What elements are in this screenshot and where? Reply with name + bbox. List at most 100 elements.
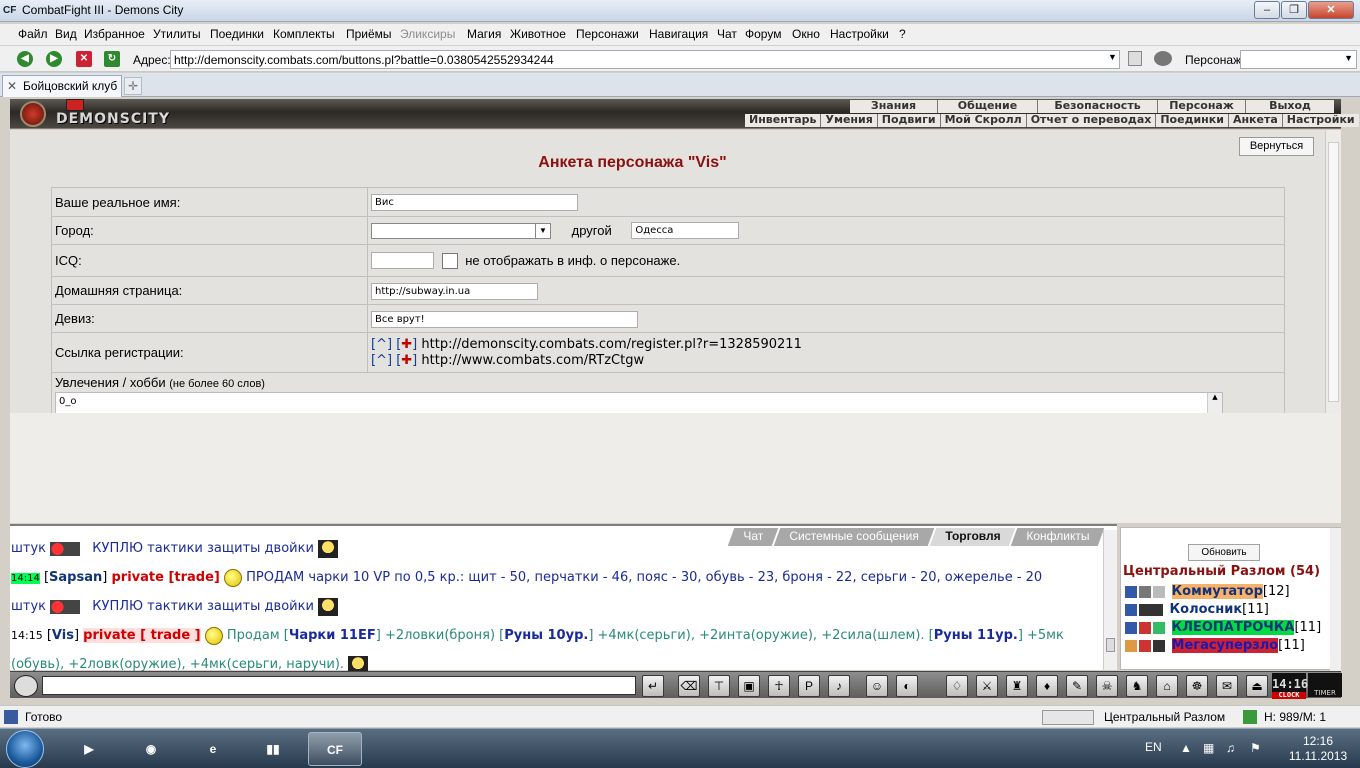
menu-techniques[interactable]: Приёмы: [346, 27, 392, 41]
tab-fight-club[interactable]: ✕ Бойцовский клуб: [2, 75, 122, 97]
close-window-button[interactable]: ✕: [1308, 1, 1354, 19]
nav-feats[interactable]: Подвиги: [878, 114, 941, 127]
reg-caret-link[interactable]: [^]: [371, 337, 392, 352]
chevron-down-icon[interactable]: ▼: [535, 223, 550, 238]
minimize-button[interactable]: –: [1254, 1, 1280, 19]
plus-icon[interactable]: ✚: [401, 353, 412, 368]
refresh-button[interactable]: Обновить: [1188, 544, 1260, 561]
reg-link-1[interactable]: http://demonscity.combats.com/register.p…: [421, 337, 801, 352]
volume-icon[interactable]: ♫: [1226, 741, 1235, 755]
menu-fights[interactable]: Поединки: [210, 27, 264, 41]
chat-nick[interactable]: Sapsan: [49, 570, 102, 585]
nav-settings[interactable]: Настройки: [1283, 114, 1359, 127]
real-name-input[interactable]: [371, 194, 578, 211]
private-icon[interactable]: P: [798, 675, 820, 697]
address-input[interactable]: [170, 50, 1120, 69]
eraser-icon[interactable]: ⌫: [678, 675, 700, 697]
icq-hide-checkbox[interactable]: [441, 252, 458, 269]
combatfight-task-icon[interactable]: CF: [308, 732, 362, 766]
nav-profile[interactable]: Анкета: [1229, 114, 1283, 127]
nav-duels[interactable]: Поединки: [1156, 114, 1229, 127]
chevron-down-icon[interactable]: ▼: [1108, 52, 1117, 62]
tray-arrow-icon[interactable]: ▲: [1180, 741, 1192, 755]
menu-magic[interactable]: Магия: [467, 27, 501, 41]
menu-sets[interactable]: Комплекты: [273, 27, 335, 41]
nav-skills[interactable]: Умения: [821, 114, 878, 127]
save-icon[interactable]: ▣: [738, 675, 760, 697]
scroll-up-icon[interactable]: ▲: [1207, 393, 1222, 413]
mask-icon[interactable]: ☠: [1096, 675, 1118, 697]
page-icon[interactable]: [1128, 51, 1142, 66]
menu-view[interactable]: Вид: [55, 27, 77, 41]
app-task-icon[interactable]: ▮▮: [246, 732, 300, 766]
menu-characters[interactable]: Персонажи: [576, 27, 639, 41]
sword-icon[interactable]: ⚔: [976, 675, 998, 697]
armor-icon[interactable]: ♞: [1126, 675, 1148, 697]
menu-forum[interactable]: Форум: [745, 27, 781, 41]
menu-navigation[interactable]: Навигация: [649, 27, 708, 41]
menu-window[interactable]: Окно: [792, 27, 820, 41]
people-icon[interactable]: [1154, 51, 1172, 66]
status-icons[interactable]: [1042, 710, 1094, 725]
nav-character[interactable]: Персонаж: [1158, 100, 1246, 113]
start-button-icon[interactable]: [6, 730, 44, 768]
tray-clock[interactable]: 12:16 11.11.2013: [1283, 734, 1353, 764]
online-user[interactable]: Коммутатор[12]: [1125, 584, 1290, 602]
ie-icon[interactable]: e: [186, 732, 240, 766]
refresh-icon[interactable]: ↻: [104, 51, 120, 67]
maximize-button[interactable]: ❐: [1281, 1, 1307, 19]
menu-settings[interactable]: Настройки: [830, 27, 889, 41]
timer-button[interactable]: TIMER: [1308, 673, 1342, 697]
chat-message-input[interactable]: [42, 676, 636, 695]
nav-exit[interactable]: Выход: [1246, 100, 1334, 113]
filter-icon[interactable]: ⊤: [708, 675, 730, 697]
nav-security[interactable]: Безопасность: [1038, 100, 1158, 113]
language-indicator[interactable]: EN: [1145, 740, 1162, 754]
city-other-input[interactable]: [631, 222, 740, 240]
music-icon[interactable]: ♪: [828, 675, 850, 697]
media-player-icon[interactable]: ▶: [62, 732, 116, 766]
menu-favorites[interactable]: Избранное: [84, 27, 145, 41]
chrome-icon[interactable]: ◉: [124, 732, 178, 766]
scroll-icon[interactable]: ✎: [1066, 675, 1088, 697]
smile-menu-icon[interactable]: ☺: [866, 675, 888, 697]
house-icon[interactable]: ⌂: [1156, 675, 1178, 697]
potion-icon[interactable]: ♢: [946, 675, 968, 697]
reg-caret-link[interactable]: [^]: [371, 353, 392, 368]
speaker-icon[interactable]: [14, 675, 38, 697]
network-icon[interactable]: ▦: [1203, 741, 1214, 755]
flag-tray-icon[interactable]: ⚑: [1250, 741, 1261, 755]
nav-knowledge[interactable]: Знания: [850, 100, 938, 113]
online-user[interactable]: КЛЕОПАТРОЧКА[11]: [1125, 620, 1321, 638]
back-arrow-icon[interactable]: ◀: [17, 51, 33, 67]
send-icon[interactable]: ↵: [642, 675, 664, 697]
city-select[interactable]: ▼: [371, 222, 551, 239]
person-icon[interactable]: ☥: [768, 675, 790, 697]
homepage-input[interactable]: [371, 282, 538, 300]
close-tab-icon[interactable]: ✕: [7, 76, 17, 96]
nav-communication[interactable]: Общение: [938, 100, 1038, 113]
plus-icon[interactable]: ✚: [401, 337, 412, 352]
private-trade-link[interactable]: private [ trade ]: [83, 628, 201, 643]
menu-help[interactable]: ?: [899, 27, 906, 41]
motto-input[interactable]: [371, 310, 638, 328]
exit-icon[interactable]: ⏏: [1246, 675, 1268, 697]
nav-transfer-report[interactable]: Отчет о переводах: [1027, 114, 1157, 127]
persona-select[interactable]: ▼: [1240, 50, 1357, 69]
online-scrollbar[interactable]: [1330, 528, 1341, 671]
chat-nick[interactable]: Vis: [52, 628, 74, 643]
head-icon[interactable]: ◐: [896, 675, 918, 697]
menu-file[interactable]: Файл: [18, 27, 48, 41]
online-user[interactable]: Мегасуперзло[11]: [1125, 638, 1305, 656]
reg-link-2[interactable]: http://www.combats.com/RTzCtgw: [421, 353, 644, 368]
stop-icon[interactable]: ✕: [76, 51, 92, 67]
chat-scrollbar[interactable]: [1103, 530, 1117, 670]
forward-arrow-icon[interactable]: ▶: [46, 51, 62, 67]
menu-chat[interactable]: Чат: [717, 27, 737, 41]
treasure-icon[interactable]: ♦: [1036, 675, 1058, 697]
menu-utilities[interactable]: Утилиты: [153, 27, 201, 41]
mail-icon[interactable]: ✉: [1216, 675, 1238, 697]
nav-inventory[interactable]: Инвентарь: [745, 114, 822, 127]
status-refresh-icon[interactable]: [1243, 710, 1257, 724]
nav-my-scroll[interactable]: Мой Скролл: [941, 114, 1027, 127]
